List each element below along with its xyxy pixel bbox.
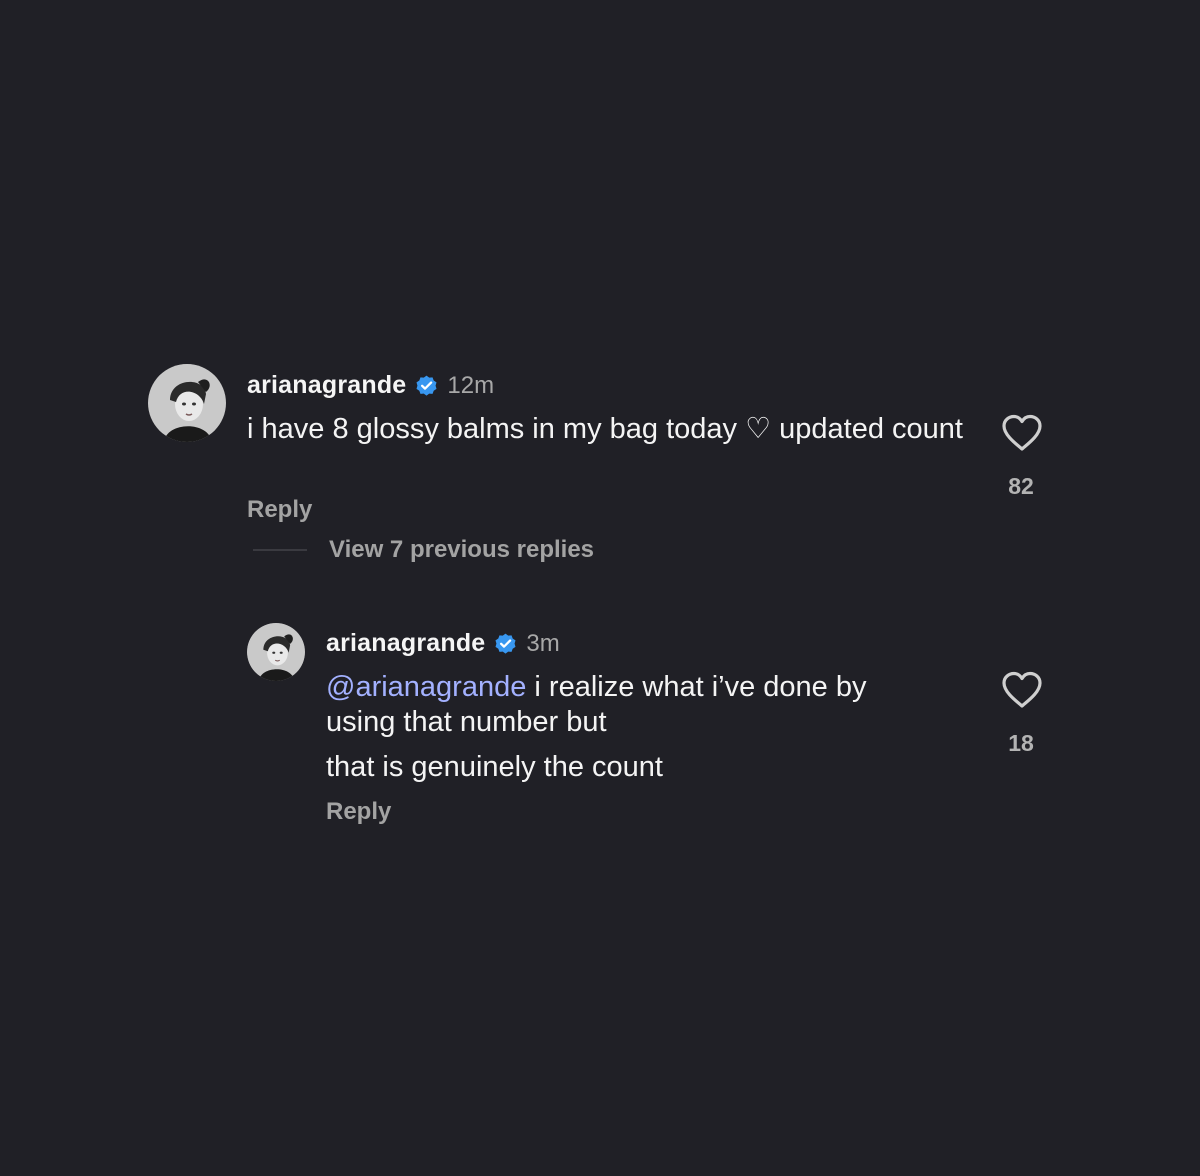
reply-text-line2: using that number but <box>326 706 607 738</box>
reply-button[interactable]: Reply <box>326 798 391 826</box>
comment-text: i have 8 glossy balms in my bag today ♡ … <box>247 413 963 445</box>
timestamp: 3m <box>526 629 560 657</box>
like-button[interactable] <box>1000 414 1044 452</box>
like-button[interactable] <box>1000 671 1044 709</box>
timestamp: 12m <box>447 371 495 399</box>
reply-text: @arianagrande i realize what i’ve done b… <box>326 670 966 785</box>
verified-badge-icon <box>414 373 439 398</box>
view-previous-replies[interactable]: View 7 previous replies <box>253 536 594 564</box>
like-count: 82 <box>1008 473 1034 499</box>
verified-badge-icon <box>493 631 518 656</box>
username[interactable]: arianagrande <box>247 371 406 400</box>
reply-text-line1: @arianagrande i realize what i’ve done b… <box>326 670 966 705</box>
heart-icon <box>1002 414 1042 451</box>
comments-screen: arianagrande 12m i have 8 glossy balms i… <box>0 0 1200 1176</box>
avatar[interactable] <box>247 623 305 681</box>
thread-divider <box>253 549 307 551</box>
heart-icon <box>1002 671 1042 708</box>
comment-header: arianagrande 12m <box>247 371 494 400</box>
reply-header: arianagrande 3m <box>326 629 560 658</box>
reply-text-part: i realize what i’ve done by <box>526 671 867 703</box>
reply-text-line3: that is genuinely the count <box>326 751 663 783</box>
reply-button[interactable]: Reply <box>247 496 312 524</box>
avatar[interactable] <box>148 364 226 442</box>
mention-link[interactable]: @arianagrande <box>326 671 526 703</box>
view-replies-label: View 7 previous replies <box>329 536 595 563</box>
like-count: 18 <box>1008 730 1034 756</box>
username[interactable]: arianagrande <box>326 629 485 658</box>
